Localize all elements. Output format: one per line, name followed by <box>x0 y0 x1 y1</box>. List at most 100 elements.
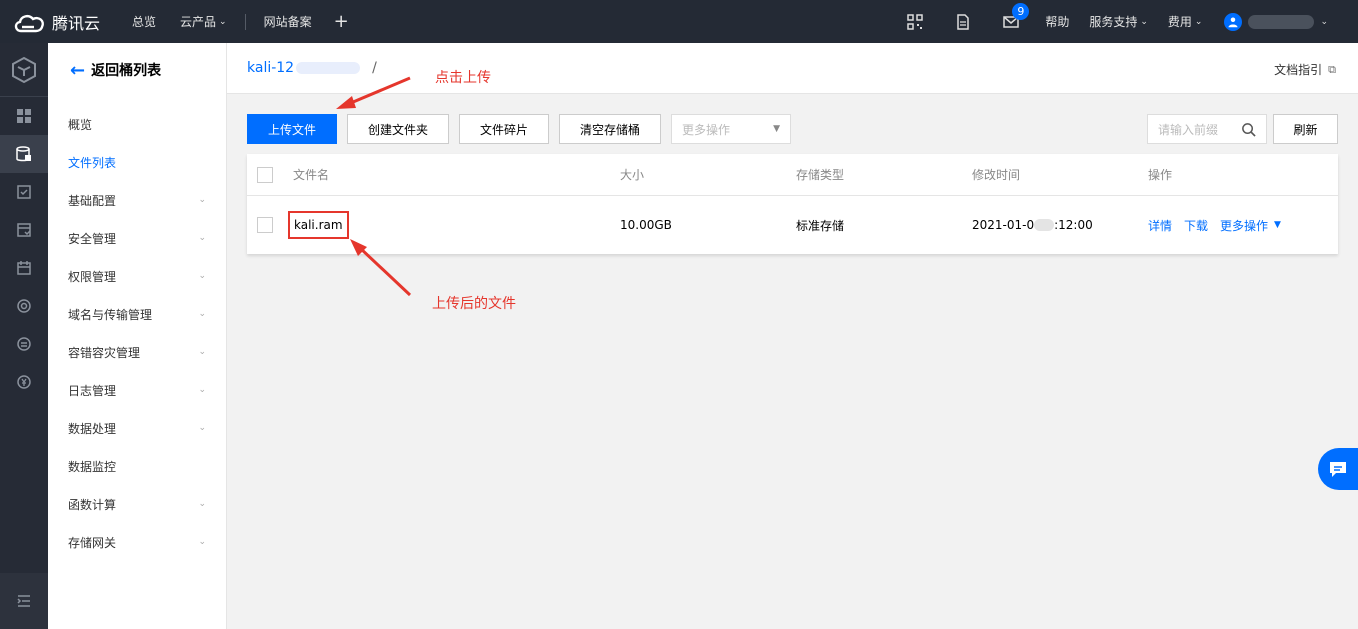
nav-products[interactable]: 云产品 ⌄ <box>168 0 239 43</box>
sidebar-item[interactable]: 权限管理 ⌄ <box>48 257 226 295</box>
rail-home[interactable] <box>0 43 48 97</box>
chevron-down-icon: ⌄ <box>198 233 206 243</box>
rail-dashboard[interactable] <box>0 97 48 135</box>
cube-icon <box>12 56 36 83</box>
messages-button[interactable]: 9 <box>987 0 1035 43</box>
file-toolbar: 上传文件 创建文件夹 文件碎片 清空存储桶 更多操作 ▼ 请输入前缀 刷新 <box>247 114 1338 144</box>
billing-menu[interactable]: 费用 ⌄ <box>1158 0 1213 43</box>
sidebar-item[interactable]: 基础配置 ⌄ <box>48 181 226 219</box>
col-storage-type: 存储类型 <box>796 168 845 182</box>
file-size: 10.00GB <box>620 218 672 232</box>
col-size: 大小 <box>620 168 645 182</box>
rail-billing[interactable] <box>0 363 48 401</box>
bucket-name-redacted <box>296 62 361 74</box>
chevron-down-icon: ⌄ <box>198 309 206 319</box>
nav-icp[interactable]: 网站备案 <box>252 0 324 43</box>
chevron-down-icon: ⌄ <box>219 16 227 27</box>
sidebar-item[interactable]: 安全管理 ⌄ <box>48 219 226 257</box>
chevron-down-icon: ⌄ <box>198 385 206 395</box>
sidebar-item-label: 权限管理 <box>68 269 117 284</box>
account-menu[interactable]: ⌄ <box>1212 0 1358 43</box>
file-fragments-button[interactable]: 文件碎片 <box>459 114 549 144</box>
doc-guide-link[interactable]: 文档指引 ⧉ <box>1274 61 1336 78</box>
cloud-logo-icon <box>14 14 44 32</box>
rail-inventory[interactable] <box>0 211 48 249</box>
sidebar-item-label: 基础配置 <box>68 193 117 208</box>
sidebar-item-label: 函数计算 <box>68 497 117 512</box>
select-all-checkbox[interactable] <box>257 166 273 183</box>
sidebar-item-label: 日志管理 <box>68 383 117 398</box>
coin-icon <box>17 375 31 389</box>
product-icon-rail <box>0 43 48 629</box>
rail-tasks[interactable] <box>0 173 48 211</box>
sidebar-item[interactable]: 概览 <box>48 105 226 143</box>
nav-overview[interactable]: 总览 <box>120 0 168 43</box>
triangle-down-icon: ▼ <box>1274 220 1281 230</box>
support-menu[interactable]: 服务支持 ⌄ <box>1079 0 1158 43</box>
chat-bubble-icon <box>1330 462 1346 477</box>
sidebar-item[interactable]: 容错容灾管理 ⌄ <box>48 333 226 371</box>
rail-stream[interactable] <box>0 325 48 363</box>
file-name[interactable]: kali.ram <box>288 211 349 239</box>
sidebar-item-label: 文件列表 <box>68 155 117 170</box>
top-bar: 腾讯云 总览 云产品 ⌄ 网站备案 + 9 帮助 服务支持 ⌄ 费用 ⌄ ⌄ <box>0 0 1358 43</box>
col-modified: 修改时间 <box>972 168 1021 182</box>
modified-time: :12:00 <box>1054 218 1093 232</box>
create-folder-button[interactable]: 创建文件夹 <box>347 114 449 144</box>
sidebar-item[interactable]: 数据监控 <box>48 447 226 485</box>
chat-button[interactable] <box>1318 448 1358 490</box>
rail-calendar[interactable] <box>0 249 48 287</box>
sidebar-item[interactable]: 数据处理 ⌄ <box>48 409 226 447</box>
sidebar-item-label: 安全管理 <box>68 231 117 246</box>
file-modified: 2021-01-0:12:00 <box>972 196 1093 254</box>
upload-file-button[interactable]: 上传文件 <box>247 114 337 144</box>
help-link[interactable]: 帮助 <box>1035 0 1079 43</box>
file-storage-type: 标准存储 <box>796 218 845 233</box>
more-ops-link[interactable]: 更多操作 <box>1220 217 1268 234</box>
sidebar-item[interactable]: 域名与传输管理 ⌄ <box>48 295 226 333</box>
prefix-search-input[interactable]: 请输入前缀 <box>1147 114 1267 144</box>
qrcode-button[interactable] <box>891 0 939 43</box>
detail-link[interactable]: 详情 <box>1148 217 1172 234</box>
brand-name: 腾讯云 <box>52 13 101 33</box>
chevron-down-icon: ⌄ <box>1194 16 1203 27</box>
back-to-bucket-list[interactable]: ← 返回桶列表 <box>48 43 226 97</box>
download-link[interactable]: 下载 <box>1184 217 1208 234</box>
row-checkbox[interactable] <box>257 217 273 233</box>
refresh-button[interactable]: 刷新 <box>1273 114 1338 144</box>
brand-logo[interactable]: 腾讯云 <box>0 10 120 34</box>
document-button[interactable] <box>939 0 987 43</box>
chevron-down-icon: ⌄ <box>198 499 206 509</box>
nav-products-label: 云产品 <box>180 15 217 29</box>
document-icon <box>957 13 970 30</box>
external-link-icon: ⧉ <box>1328 62 1336 76</box>
annotation-click-upload: 点击上传 <box>435 70 491 86</box>
back-label: 返回桶列表 <box>91 63 162 79</box>
sidebar-item[interactable]: 函数计算 ⌄ <box>48 485 226 523</box>
chevron-down-icon: ⌄ <box>198 195 206 205</box>
bucket-sidebar: ← 返回桶列表 概览 文件列表 基础配置 ⌄ 安全管理 ⌄ 权限管理 ⌄ 域名与传输管理 ⌄ 容错容… <box>48 43 227 629</box>
top-right-tools: 9 帮助 服务支持 ⌄ 费用 ⌄ ⌄ <box>891 0 1358 43</box>
file-table: 文件名 大小 存储类型 修改时间 操作 kali.ram 10.00GB 标准存… <box>247 154 1338 254</box>
row-actions: 详情 下载 更多操作 ▼ <box>1148 196 1281 254</box>
chevron-down-icon: ⌄ <box>198 423 206 433</box>
sidebar-item[interactable]: 文件列表 <box>48 143 226 181</box>
chevron-down-icon: ⌄ <box>1320 16 1328 27</box>
doc-guide-label: 文档指引 <box>1274 63 1323 77</box>
more-actions-select[interactable]: 更多操作 ▼ <box>671 114 791 144</box>
sidebar-item[interactable]: 存储网关 ⌄ <box>48 523 226 561</box>
rail-access[interactable] <box>0 287 48 325</box>
top-nav: 总览 云产品 ⌄ 网站备案 + <box>120 0 359 43</box>
bucket-name: kali-12 <box>247 60 295 76</box>
rail-buckets[interactable] <box>0 135 48 173</box>
search-icon[interactable] <box>1241 122 1256 137</box>
sidebar-menu: 概览 文件列表 基础配置 ⌄ 安全管理 ⌄ 权限管理 ⌄ 域名与传输管理 ⌄ 容错容灾管理 ⌄ 日志管理… <box>48 105 226 561</box>
nav-add-button[interactable]: + <box>324 0 359 43</box>
checkbox-icon <box>17 185 31 199</box>
rail-collapse-button[interactable] <box>0 573 48 629</box>
sidebar-item[interactable]: 日志管理 ⌄ <box>48 371 226 409</box>
select-all-cell <box>257 154 273 195</box>
clear-bucket-button[interactable]: 清空存储桶 <box>559 114 661 144</box>
breadcrumb-bucket[interactable]: kali-12 <box>247 60 361 76</box>
col-ops: 操作 <box>1148 168 1173 182</box>
